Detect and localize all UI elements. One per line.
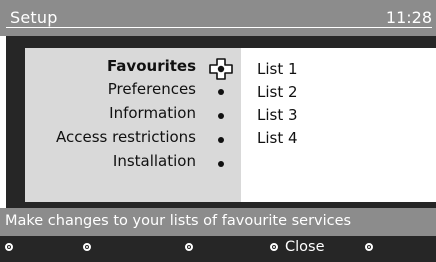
menu-item-preferences[interactable]: Preferences bbox=[108, 80, 196, 98]
submenu-item-list-1[interactable]: List 1 bbox=[257, 60, 298, 78]
menu-item-favourites[interactable]: Favourites bbox=[107, 57, 196, 75]
submenu-item-list-4[interactable]: List 4 bbox=[257, 129, 298, 147]
menu-item-information[interactable]: Information bbox=[109, 104, 196, 122]
key-5-icon[interactable] bbox=[365, 243, 373, 251]
menu-item-access-restrictions[interactable]: Access restrictions bbox=[56, 128, 196, 146]
clock: 11:28 bbox=[385, 8, 432, 27]
key-1-icon[interactable] bbox=[5, 243, 13, 251]
setup-menu-screen: Setup 11:28 Favourites Preferences Infor… bbox=[0, 0, 436, 262]
menu-item-installation[interactable]: Installation bbox=[113, 152, 196, 170]
help-bar: Make changes to your lists of favourite … bbox=[0, 208, 436, 236]
key-2-icon[interactable] bbox=[83, 243, 91, 251]
navigation-cross-icon bbox=[209, 58, 233, 80]
menu-bullet-icon bbox=[218, 137, 224, 143]
submenu-item-list-3[interactable]: List 3 bbox=[257, 106, 298, 124]
colour-key-bar: Close bbox=[0, 236, 436, 262]
menu-title: Setup bbox=[10, 8, 58, 27]
menu-bullet-icon bbox=[218, 89, 224, 95]
help-text: Make changes to your lists of favourite … bbox=[5, 213, 352, 229]
title-bar: Setup 11:28 bbox=[0, 0, 436, 36]
menu-bullet-icon bbox=[218, 113, 224, 119]
key-3-icon[interactable] bbox=[185, 243, 193, 251]
submenu-item-list-2[interactable]: List 2 bbox=[257, 83, 298, 101]
close-key-label[interactable]: Close bbox=[285, 239, 325, 255]
title-divider bbox=[6, 27, 432, 28]
menu-bullet-icon bbox=[218, 161, 224, 167]
key-4-icon[interactable] bbox=[270, 243, 278, 251]
